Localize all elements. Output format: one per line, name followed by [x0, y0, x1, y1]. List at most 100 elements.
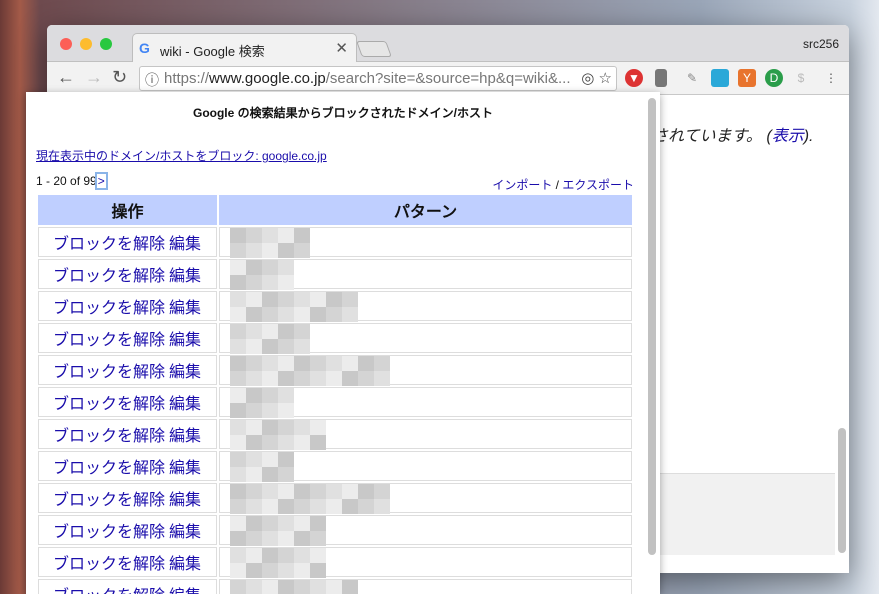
- tab-active[interactable]: G wiki - Google 検索 ✕: [132, 33, 357, 63]
- toolbar: ← → ↻ ⓘ https://www.google.co.jp/search?…: [47, 62, 849, 95]
- pattern-cell: [219, 291, 632, 322]
- unblock-link[interactable]: ブロックを解除: [53, 236, 165, 253]
- unblock-link[interactable]: ブロックを解除: [53, 556, 165, 573]
- unblock-link[interactable]: ブロックを解除: [53, 460, 165, 477]
- import-export: インポート / エクスポート: [492, 176, 634, 193]
- pattern-cell: [219, 227, 632, 258]
- pattern-cell: [219, 451, 632, 482]
- operation-cell: ブロックを解除編集: [38, 483, 217, 513]
- close-window-button[interactable]: [60, 38, 72, 50]
- table-row: ブロックを解除編集: [38, 579, 632, 594]
- export-link[interactable]: エクスポート: [562, 178, 634, 192]
- operation-cell: ブロックを解除編集: [38, 579, 217, 594]
- pattern-redacted: [230, 548, 326, 578]
- edit-link[interactable]: 編集: [169, 268, 201, 285]
- popup-scrollbar[interactable]: [648, 98, 656, 555]
- edit-link[interactable]: 編集: [169, 428, 201, 445]
- table-row: ブロックを解除編集: [38, 259, 632, 290]
- tab-title: wiki - Google 検索: [160, 44, 265, 59]
- pattern-redacted: [230, 292, 358, 322]
- profile-name[interactable]: src256: [803, 37, 839, 51]
- edit-link[interactable]: 編集: [169, 588, 201, 594]
- unblock-link[interactable]: ブロックを解除: [53, 524, 165, 541]
- blocklist-extension-icon[interactable]: ▼: [625, 69, 643, 87]
- pattern-redacted: [230, 324, 310, 354]
- hacker-news-icon[interactable]: Y: [738, 69, 756, 87]
- dollar-extension-icon[interactable]: $: [792, 69, 810, 87]
- pattern-cell: [219, 259, 632, 290]
- pin-extension-icon[interactable]: ✎: [683, 69, 701, 87]
- operation-cell: ブロックを解除編集: [38, 227, 217, 257]
- pattern-cell: [219, 483, 632, 514]
- operation-cell: ブロックを解除編集: [38, 451, 217, 481]
- pager: 1 - 20 of 99>: [36, 172, 108, 190]
- table-row: ブロックを解除編集: [38, 387, 632, 418]
- menu-icon[interactable]: ⋮: [822, 69, 840, 87]
- edit-link[interactable]: 編集: [169, 556, 201, 573]
- separator: /: [552, 178, 563, 192]
- close-tab-icon[interactable]: ✕: [335, 39, 348, 57]
- zoom-window-button[interactable]: [100, 38, 112, 50]
- operation-cell: ブロックを解除編集: [38, 355, 217, 385]
- edit-link[interactable]: 編集: [169, 332, 201, 349]
- address-bar[interactable]: ⓘ https://www.google.co.jp/search?site=&…: [139, 66, 617, 91]
- edit-link[interactable]: 編集: [169, 492, 201, 509]
- unblock-link[interactable]: ブロックを解除: [53, 396, 165, 413]
- page-footer: [659, 473, 835, 555]
- operation-cell: ブロックを解除編集: [38, 259, 217, 289]
- next-page-link[interactable]: >: [94, 172, 108, 190]
- table-row: ブロックを解除編集: [38, 547, 632, 578]
- unblock-link[interactable]: ブロックを解除: [53, 428, 165, 445]
- header-pattern: パターン: [219, 195, 632, 225]
- pattern-cell: [219, 547, 632, 578]
- unblock-link[interactable]: ブロックを解除: [53, 332, 165, 349]
- url-path: /search?site=&source=hp&q=wiki&...: [325, 70, 571, 87]
- pattern-cell: [219, 419, 632, 450]
- unblock-link[interactable]: ブロックを解除: [53, 588, 165, 594]
- table-row: ブロックを解除編集: [38, 355, 632, 386]
- google-favicon-icon: G: [139, 40, 150, 56]
- table-row: ブロックを解除編集: [38, 323, 632, 354]
- pattern-cell: [219, 515, 632, 546]
- edit-link[interactable]: 編集: [169, 300, 201, 317]
- block-current-link[interactable]: 現在表示中のドメイン/ホストをブロック: google.co.jp: [36, 147, 327, 164]
- bookmark-star-icon[interactable]: ◎ ☆: [577, 69, 612, 87]
- pattern-redacted: [230, 388, 294, 418]
- edit-link[interactable]: 編集: [169, 364, 201, 381]
- operation-cell: ブロックを解除編集: [38, 323, 217, 353]
- show-link[interactable]: 表示: [772, 128, 804, 145]
- extension-icon[interactable]: [711, 69, 729, 87]
- pattern-redacted: [230, 228, 310, 258]
- page-scrollbar[interactable]: [838, 428, 846, 553]
- extension-popup: Google の検索結果からブロックされたドメイン/ホスト 現在表示中のドメイン…: [26, 92, 660, 594]
- pager-text: 1 - 20 of 99: [36, 174, 97, 188]
- unblock-link[interactable]: ブロックを解除: [53, 300, 165, 317]
- forward-icon[interactable]: →: [85, 67, 103, 88]
- new-tab-button[interactable]: [356, 41, 392, 57]
- minimize-window-button[interactable]: [80, 38, 92, 50]
- pattern-cell: [219, 387, 632, 418]
- reload-icon[interactable]: ↻: [112, 67, 127, 88]
- pattern-cell: [219, 579, 632, 594]
- table-row: ブロックを解除編集: [38, 515, 632, 546]
- back-icon[interactable]: ←: [57, 67, 75, 88]
- url-scheme: https://: [164, 70, 210, 87]
- edit-link[interactable]: 編集: [169, 396, 201, 413]
- page-text: されています。 (表示).: [652, 122, 814, 146]
- edit-link[interactable]: 編集: [169, 524, 201, 541]
- edit-link[interactable]: 編集: [169, 460, 201, 477]
- pattern-redacted: [230, 356, 390, 386]
- blocked-table: 操作 パターン ブロックを解除 編集 ブロックを解除 編集 ブロックを解除 編集 ブロックを解…: [36, 193, 634, 594]
- unblock-link[interactable]: ブロックを解除: [53, 364, 165, 381]
- extension-icon[interactable]: [655, 69, 667, 87]
- unblock-link[interactable]: ブロックを解除: [53, 268, 165, 285]
- operation-cell: ブロックを解除編集: [38, 291, 217, 321]
- info-icon[interactable]: ⓘ: [145, 70, 159, 90]
- pattern-redacted: [230, 516, 326, 546]
- operation-cell: ブロックを解除編集: [38, 515, 217, 545]
- edit-link[interactable]: 編集: [169, 236, 201, 253]
- unblock-link[interactable]: ブロックを解除: [53, 492, 165, 509]
- extension-icon[interactable]: D: [765, 69, 783, 87]
- pattern-redacted: [230, 580, 358, 594]
- import-link[interactable]: インポート: [492, 178, 552, 192]
